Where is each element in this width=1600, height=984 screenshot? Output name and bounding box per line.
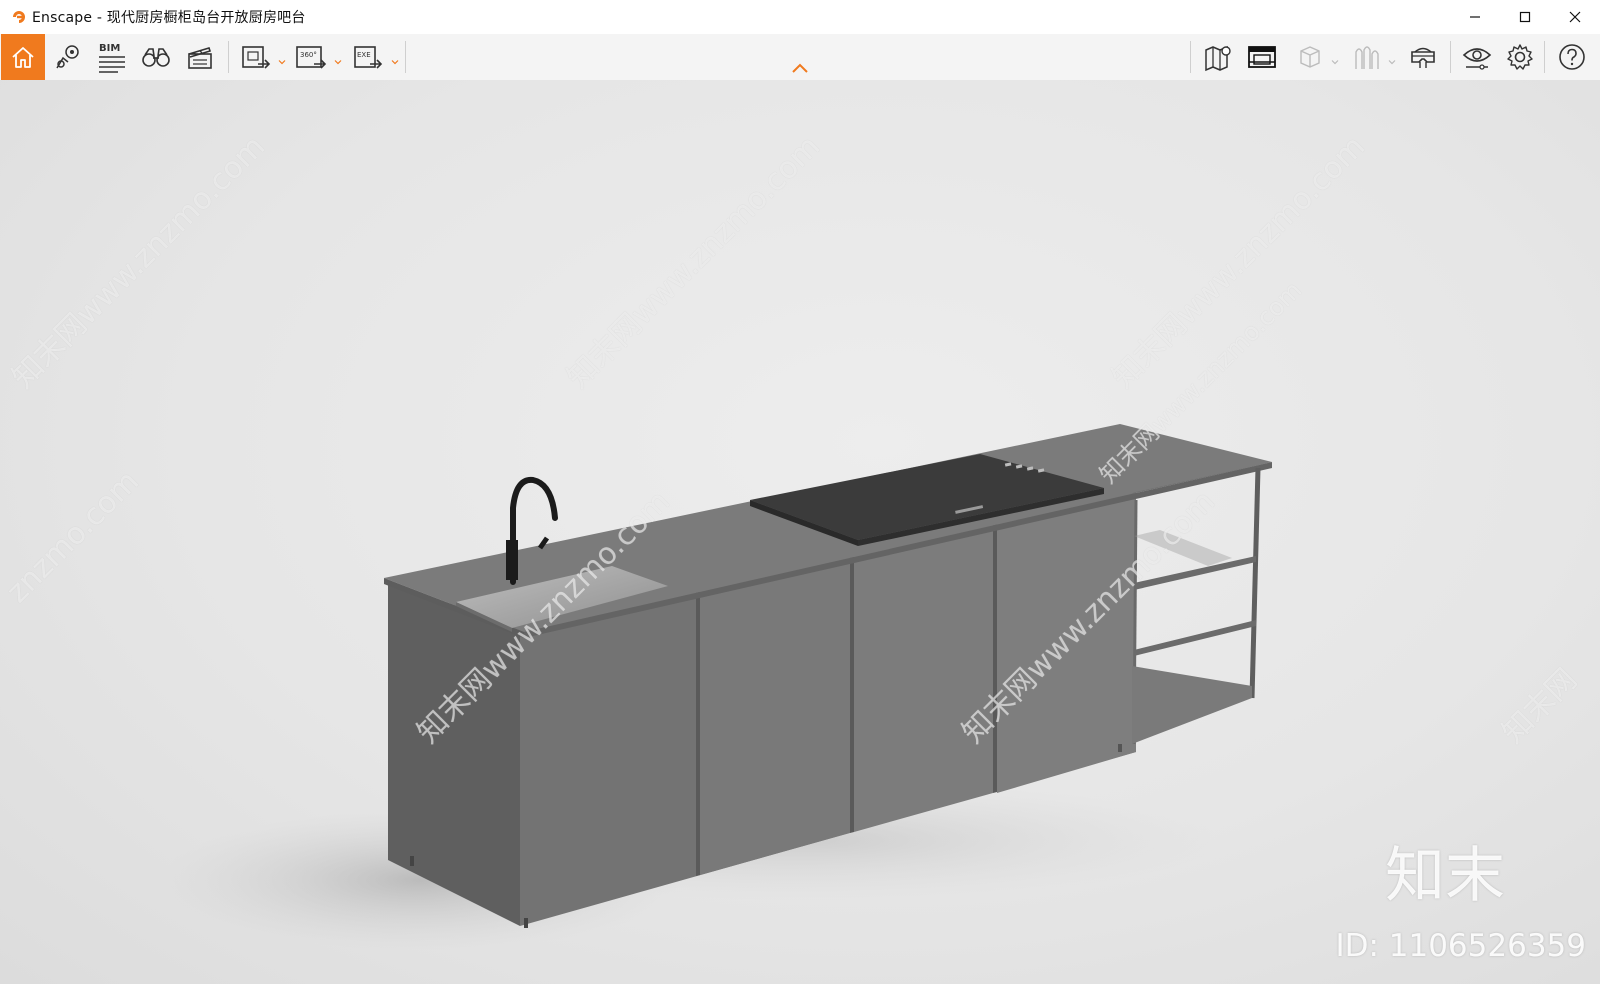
close-icon[interactable]: [1550, 0, 1600, 34]
kitchen-island-render: [160, 424, 1272, 950]
visual-settings-eye-icon: [1462, 48, 1492, 70]
toolbar-separator: [1450, 41, 1451, 73]
collapse-toolbar-button[interactable]: [786, 58, 814, 78]
enscape-logo-icon: [10, 8, 28, 26]
vr-headset-button[interactable]: [1404, 34, 1442, 80]
clapperboard-icon: [188, 47, 212, 69]
map-button[interactable]: [1200, 34, 1236, 80]
visual-settings-button[interactable]: [1458, 34, 1496, 80]
collapse-chevron-icon: [792, 63, 808, 73]
screenshot-export-button[interactable]: [238, 34, 274, 80]
map-icon: [1205, 45, 1231, 72]
cube-icon: [1300, 46, 1320, 68]
window-title: Enscape - 现代厨房橱柜岛台开放厨房吧台: [32, 10, 306, 26]
render-viewport[interactable]: 知末网www.znzmo.com 知末网www.znzmo.com 知末网www…: [0, 80, 1600, 984]
home-button[interactable]: [1, 34, 45, 80]
toolbar: BIM 360° EXE: [0, 34, 1600, 81]
bim-icon: BIM: [99, 43, 125, 73]
watermark-brand: 知末: [1385, 841, 1505, 911]
maximize-icon[interactable]: [1500, 0, 1550, 34]
asset-library-button[interactable]: [1348, 34, 1384, 80]
asset-library-icon: [1355, 46, 1379, 69]
title-bar: Enscape - 现代厨房橱柜岛台开放厨房吧台: [0, 0, 1600, 34]
cube-button[interactable]: [1292, 34, 1328, 80]
chevron-down-icon[interactable]: [1388, 51, 1396, 70]
settings-button[interactable]: [1502, 34, 1538, 80]
binoculars-icon: [142, 48, 170, 67]
home-icon: [12, 47, 34, 68]
toolbar-separator: [405, 41, 406, 73]
toolbar-separator: [228, 41, 229, 73]
views-button[interactable]: [50, 34, 86, 80]
panorama-export-icon: 360°: [296, 46, 327, 69]
vr-headset-icon: [1411, 47, 1435, 68]
chevron-down-icon[interactable]: [391, 51, 399, 70]
video-editor-button[interactable]: [182, 34, 218, 80]
watermark-id: ID: 1106526359: [1335, 928, 1586, 964]
views-pin-icon: [56, 45, 79, 69]
settings-gear-icon: [1507, 44, 1533, 70]
minimize-icon[interactable]: [1450, 0, 1500, 34]
chevron-down-icon[interactable]: [1331, 51, 1339, 70]
svg-text:EXE: EXE: [357, 51, 371, 59]
toolbar-separator: [1544, 41, 1545, 73]
window-controls: [1450, 0, 1600, 34]
svg-text:360°: 360°: [300, 51, 317, 59]
help-icon: [1559, 44, 1585, 70]
toolbar-separator: [1190, 41, 1191, 73]
exe-export-button[interactable]: EXE: [350, 34, 386, 80]
panorama-export-button[interactable]: 360°: [292, 34, 330, 80]
walk-mode-button[interactable]: [138, 34, 174, 80]
minimap-button[interactable]: [1244, 34, 1280, 80]
help-button[interactable]: [1552, 34, 1592, 80]
chevron-down-icon[interactable]: [334, 51, 342, 70]
svg-text:BIM: BIM: [99, 43, 120, 54]
exe-export-icon: EXE: [354, 46, 383, 69]
minimap-icon: [1248, 46, 1276, 68]
bim-button[interactable]: BIM: [94, 34, 130, 80]
chevron-down-icon[interactable]: [278, 51, 286, 70]
screenshot-export-icon: [242, 46, 271, 69]
